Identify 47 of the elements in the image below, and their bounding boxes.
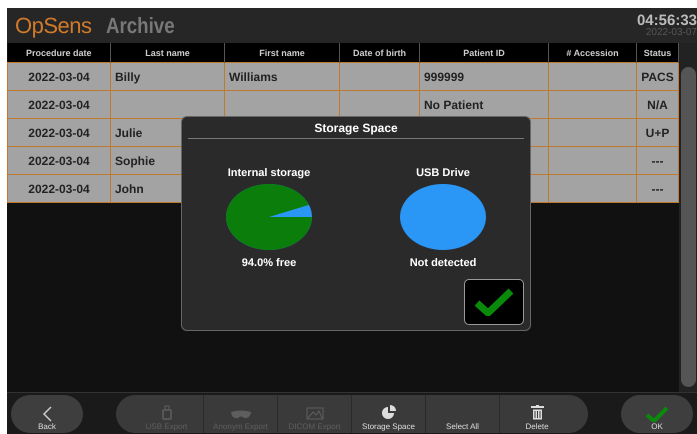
ok-button[interactable]: OK	[621, 394, 693, 432]
chevron-left-icon	[42, 406, 52, 422]
checkmark-icon	[646, 406, 668, 422]
table-cell: Billy	[115, 70, 140, 84]
column-header[interactable]: Patient ID	[420, 43, 548, 62]
column-header[interactable]: First name	[224, 43, 340, 62]
clock-time: 04:56:33	[636, 13, 697, 28]
toolbar-button[interactable]: Select All	[426, 394, 500, 432]
table-cell: 2022-03-04	[28, 126, 90, 140]
table-cell: John	[115, 182, 144, 196]
scrollbar-thumb[interactable]	[680, 67, 696, 387]
column-header[interactable]: Date of birth	[340, 43, 420, 62]
drive-status: Not detected	[410, 257, 476, 269]
table-cell: 2022-03-04	[28, 70, 90, 84]
table-cell: Williams	[229, 70, 278, 84]
column-header[interactable]: Procedure date	[8, 43, 110, 62]
checkmark-icon	[474, 288, 514, 316]
logo: OpSens	[15, 12, 92, 38]
toolbar-button[interactable]: Delete	[500, 394, 574, 432]
table-cell: Julie	[115, 126, 142, 140]
table-cell: 2022-03-04	[28, 182, 90, 196]
table-cell: 2022-03-04	[28, 98, 90, 112]
table-cell: No Patient	[424, 98, 484, 112]
toolbar-button[interactable]: Storage Space	[352, 394, 426, 432]
mask-icon	[230, 410, 252, 420]
trash-icon	[530, 404, 544, 420]
column-header[interactable]: # Accession	[548, 43, 636, 62]
table-cell: ---	[652, 154, 664, 168]
drive-name: USB Drive	[416, 167, 470, 179]
usb-drive-icon	[162, 404, 172, 420]
table-cell: ---	[652, 182, 664, 196]
page-title: Archive	[106, 12, 174, 38]
dialog-title: Storage Space	[314, 120, 398, 137]
pie-chart-icon	[380, 404, 396, 420]
column-header[interactable]: Status	[636, 43, 678, 62]
table-cell: PACS	[641, 70, 674, 84]
table-cell: Sophie	[115, 154, 156, 168]
confirm-button[interactable]	[464, 279, 524, 325]
table-cell: 2022-03-04	[28, 154, 90, 168]
drive-name: Internal storage	[228, 167, 310, 179]
image-icon	[306, 406, 324, 420]
column-header[interactable]: Last name	[110, 43, 224, 62]
back-button[interactable]: Back	[11, 394, 83, 432]
table-cell: U+P	[646, 126, 670, 140]
table-cell: N/A	[647, 98, 668, 112]
table-cell: 999999	[424, 70, 464, 84]
drive-status: 94.0% free	[242, 257, 296, 269]
